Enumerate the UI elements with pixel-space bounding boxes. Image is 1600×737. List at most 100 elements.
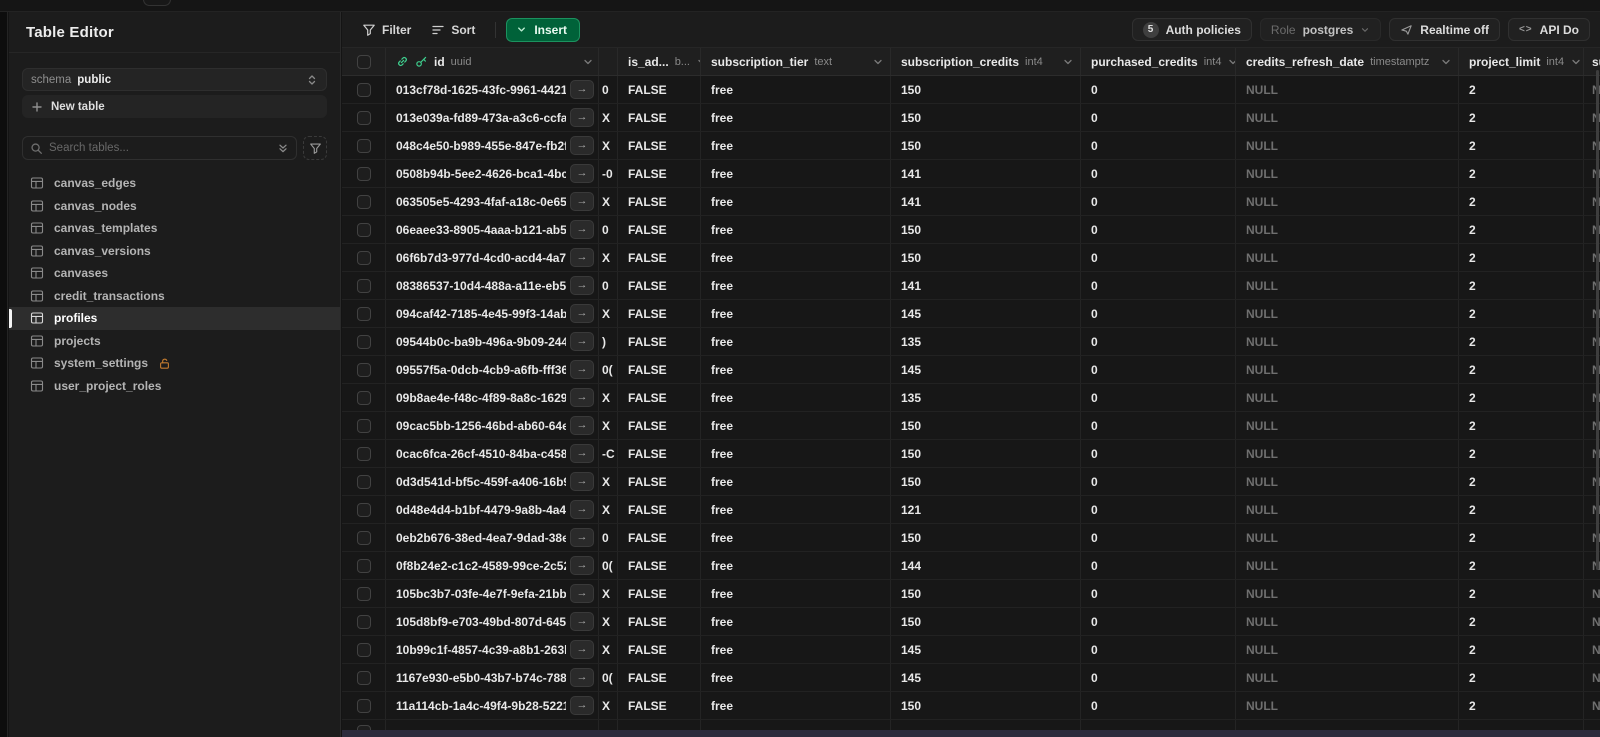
row-checkbox[interactable] — [356, 194, 371, 209]
sidebar-item-canvas_nodes[interactable]: canvas_nodes — [9, 195, 340, 218]
row-checkbox[interactable] — [356, 110, 371, 125]
sidebar-item-projects[interactable]: projects — [9, 330, 340, 353]
filter-tables-button[interactable] — [303, 136, 327, 160]
expand-row-button[interactable]: → — [570, 108, 594, 127]
sidebar-item-canvases[interactable]: canvases — [9, 262, 340, 285]
row-checkbox[interactable] — [356, 530, 371, 545]
table-row[interactable]: 06eaee33-8905-4aaa-b121-ab552... → 0 FAL… — [342, 216, 1600, 244]
column-header-project-limit[interactable]: project_limit int4 — [1459, 48, 1584, 75]
insert-button[interactable]: Insert — [506, 17, 581, 42]
column-header-purchased-credits[interactable]: purchased_credits int4 — [1081, 48, 1236, 75]
row-checkbox[interactable] — [356, 502, 371, 517]
expand-row-button[interactable]: → — [570, 612, 594, 631]
search-input[interactable]: Search tables... — [22, 136, 297, 160]
select-all-checkbox[interactable] — [356, 54, 371, 69]
expand-row-button[interactable]: → — [570, 304, 594, 323]
sidebar-item-profiles[interactable]: profiles — [9, 307, 340, 330]
row-checkbox[interactable] — [356, 642, 371, 657]
sort-button[interactable]: Sort — [421, 18, 485, 42]
expand-row-button[interactable]: → — [570, 472, 594, 491]
expand-row-button[interactable]: → — [570, 136, 594, 155]
new-table-button[interactable]: New table — [22, 95, 327, 118]
chevron-down-icon[interactable] — [1227, 56, 1236, 68]
sidebar-item-canvas_edges[interactable]: canvas_edges — [9, 172, 340, 195]
row-checkbox[interactable] — [356, 250, 371, 265]
table-row[interactable]: 0d3d541d-bf5c-459f-a406-16b93... → X FAL… — [342, 468, 1600, 496]
expand-row-button[interactable]: → — [570, 584, 594, 603]
column-header-subscription-tier[interactable]: subscription_tier text — [701, 48, 891, 75]
expand-row-button[interactable]: → — [570, 388, 594, 407]
auth-policies-button[interactable]: 5 Auth policies — [1131, 18, 1252, 41]
table-row[interactable]: 0cac6fca-26cf-4510-84ba-c4580... → -C FA… — [342, 440, 1600, 468]
sidebar-item-system_settings[interactable]: system_settings — [9, 352, 340, 375]
chevron-down-icon[interactable] — [1570, 56, 1582, 68]
table-row[interactable]: 0f8b24e2-c1c2-4589-99ce-2c52d... → 0( FA… — [342, 552, 1600, 580]
expand-row-button[interactable]: → — [570, 164, 594, 183]
horizontal-scrollbar-track[interactable] — [342, 730, 1600, 737]
sidebar-item-canvas_templates[interactable]: canvas_templates — [9, 217, 340, 240]
table-row[interactable]: 048c4e50-b989-455e-847e-fb2f... → X FALS… — [342, 132, 1600, 160]
column-header-id[interactable]: id uuid — [386, 48, 599, 75]
expand-row-button[interactable]: → — [570, 360, 594, 379]
sidebar-item-credit_transactions[interactable]: credit_transactions — [9, 285, 340, 308]
row-checkbox[interactable] — [356, 418, 371, 433]
expand-row-button[interactable]: → — [570, 220, 594, 239]
row-checkbox[interactable] — [356, 362, 371, 377]
table-row[interactable]: 09cac5bb-1256-46bd-ab60-64ed... → X FALS… — [342, 412, 1600, 440]
row-checkbox[interactable] — [356, 222, 371, 237]
table-row[interactable]: 063505e5-4293-4faf-a18c-0e65b... → X FAL… — [342, 188, 1600, 216]
row-checkbox[interactable] — [356, 306, 371, 321]
table-row[interactable]: 013cf78d-1625-43fc-9961-442189... → 0 FA… — [342, 76, 1600, 104]
schema-select[interactable]: schema public — [22, 68, 327, 91]
role-select-button[interactable]: Role postgres — [1259, 18, 1382, 41]
chevron-down-icon[interactable] — [582, 56, 594, 68]
row-checkbox[interactable] — [356, 278, 371, 293]
expand-row-button[interactable]: → — [570, 556, 594, 575]
expand-row-button[interactable]: → — [570, 500, 594, 519]
column-header-is-admin[interactable]: is_ad... b... — [618, 48, 701, 75]
expand-row-button[interactable]: → — [570, 276, 594, 295]
expand-row-button[interactable]: → — [570, 332, 594, 351]
expand-row-button[interactable]: → — [570, 416, 594, 435]
row-checkbox[interactable] — [356, 82, 371, 97]
table-row[interactable]: 0eb2b676-38ed-4ea7-9dad-38e6... → 0 FALS… — [342, 524, 1600, 552]
double-chevron-down-icon[interactable] — [277, 142, 289, 154]
row-checkbox[interactable] — [356, 558, 371, 573]
row-checkbox[interactable] — [356, 670, 371, 685]
row-checkbox[interactable] — [356, 390, 371, 405]
vertical-scrollbar[interactable] — [1596, 70, 1599, 570]
table-row[interactable]: 09557f5a-0dcb-4cb9-a6fb-fff366... → 0( F… — [342, 356, 1600, 384]
expand-row-button[interactable]: → — [570, 668, 594, 687]
column-header-credits-refresh-date[interactable]: credits_refresh_date timestamptz — [1236, 48, 1459, 75]
expand-row-button[interactable]: → — [570, 696, 594, 715]
table-row[interactable]: 1167e930-e5b0-43b7-b74c-788c9... → 0( FA… — [342, 664, 1600, 692]
expand-row-button[interactable]: → — [570, 444, 594, 463]
table-row[interactable]: 094caf42-7185-4e45-99f3-14abee... → X FA… — [342, 300, 1600, 328]
row-checkbox[interactable] — [356, 166, 371, 181]
row-checkbox[interactable] — [356, 474, 371, 489]
sidebar-item-user_project_roles[interactable]: user_project_roles — [9, 375, 340, 398]
row-checkbox[interactable] — [356, 614, 371, 629]
table-row[interactable]: 09544b0c-ba9b-496a-9b09-244... → ) FALSE… — [342, 328, 1600, 356]
realtime-toggle-button[interactable]: Realtime off — [1389, 18, 1500, 41]
expand-row-button[interactable]: → — [570, 248, 594, 267]
table-row[interactable]: 0508b94b-5ee2-4626-bca1-4bca... → -0 FAL… — [342, 160, 1600, 188]
table-row[interactable]: 06f6b7d3-977d-4cd0-acd4-4a78... → X FALS… — [342, 244, 1600, 272]
chevron-down-icon[interactable] — [1440, 56, 1452, 68]
table-row[interactable]: 08386537-10d4-488a-a11e-eb5a6... → 0 FAL… — [342, 272, 1600, 300]
table-row[interactable]: 013e039a-fd89-473a-a3c6-ccfa9... → X FAL… — [342, 104, 1600, 132]
sidebar-item-canvas_versions[interactable]: canvas_versions — [9, 240, 340, 263]
row-checkbox[interactable] — [356, 138, 371, 153]
table-row[interactable]: 105d8bf9-e703-49bd-807d-645e... → X FALS… — [342, 608, 1600, 636]
table-row[interactable]: 09b8ae4e-f48c-4f89-8a8c-1629b... → X FAL… — [342, 384, 1600, 412]
row-checkbox[interactable] — [356, 698, 371, 713]
row-checkbox[interactable] — [356, 586, 371, 601]
filter-button[interactable]: Filter — [352, 18, 421, 42]
row-checkbox[interactable] — [356, 334, 371, 349]
chevron-down-icon[interactable] — [872, 56, 884, 68]
expand-row-button[interactable]: → — [570, 80, 594, 99]
expand-row-button[interactable]: → — [570, 192, 594, 211]
chevron-down-icon[interactable] — [1062, 56, 1074, 68]
table-row[interactable]: 105bc3b7-03fe-4e7f-9efa-21bb40... → X FA… — [342, 580, 1600, 608]
column-header-subscription-credits[interactable]: subscription_credits int4 — [891, 48, 1081, 75]
